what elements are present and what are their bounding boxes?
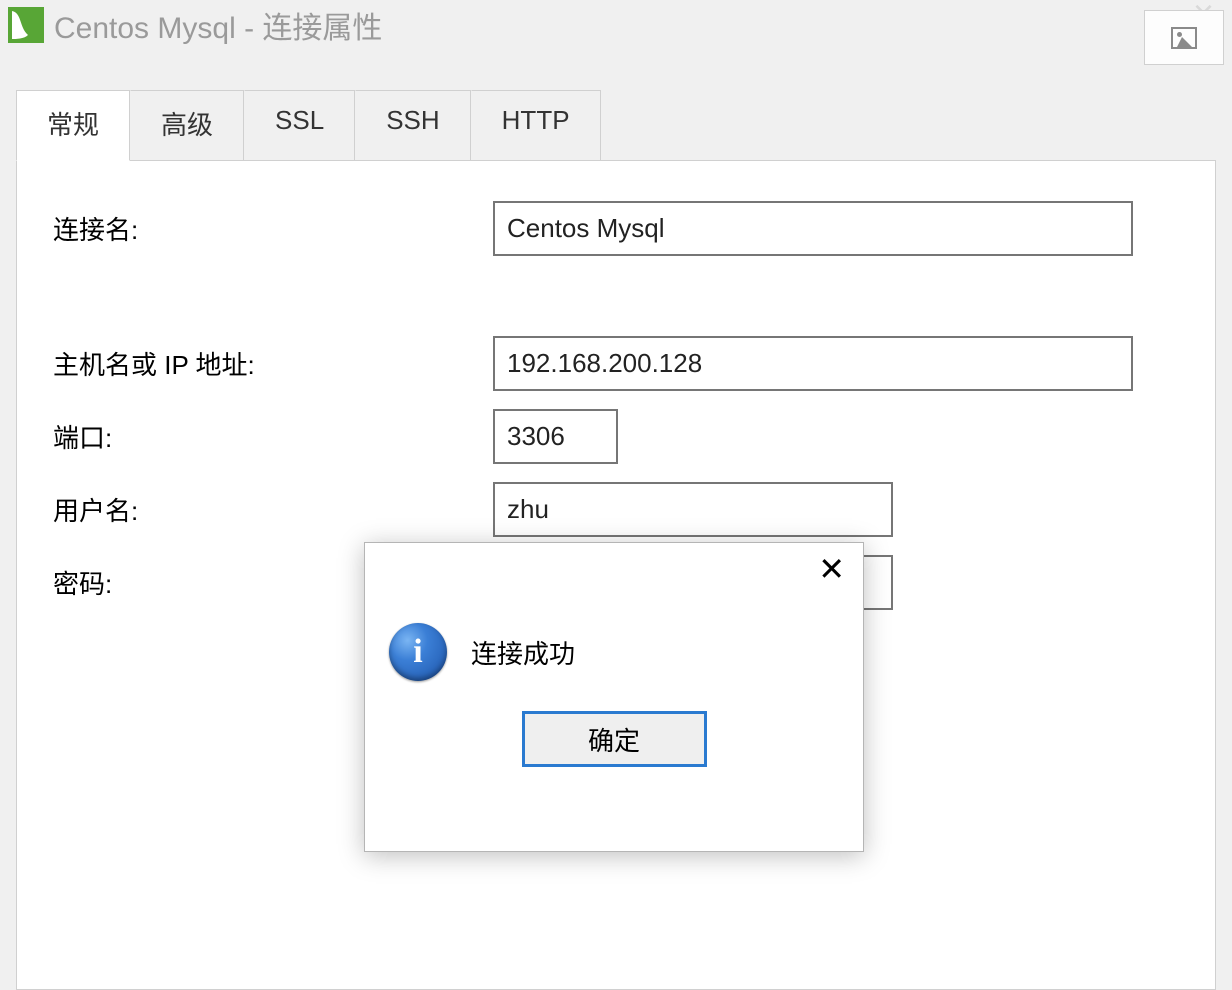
dialog-message: 连接成功 bbox=[471, 634, 575, 671]
window-title: Centos Mysql - 连接属性 bbox=[54, 3, 382, 47]
tab-bar: 常规 高级 SSL SSH HTTP bbox=[16, 90, 1232, 161]
message-dialog: ✕ i 连接成功 确定 bbox=[364, 542, 864, 852]
dialog-footer: 确定 bbox=[365, 701, 863, 787]
host-input[interactable] bbox=[493, 336, 1133, 391]
titlebar: Centos Mysql - 连接属性 × bbox=[0, 0, 1232, 50]
ok-button[interactable]: 确定 bbox=[522, 711, 707, 767]
connection-name-label: 连接名: bbox=[53, 210, 493, 247]
landscape-icon bbox=[1171, 27, 1197, 49]
tab-ssl[interactable]: SSL bbox=[244, 90, 355, 161]
host-label: 主机名或 IP 地址: bbox=[53, 345, 493, 382]
username-label: 用户名: bbox=[53, 491, 493, 528]
title-app-name: Centos Mysql bbox=[54, 12, 236, 45]
tab-advanced[interactable]: 高级 bbox=[130, 90, 244, 161]
username-input[interactable] bbox=[493, 482, 893, 537]
dialog-body: i 连接成功 bbox=[365, 543, 863, 701]
port-input[interactable] bbox=[493, 409, 618, 464]
connection-properties-window: Centos Mysql - 连接属性 × 常规 高级 SSL SSH HTTP… bbox=[0, 0, 1232, 976]
info-icon: i bbox=[389, 623, 447, 681]
tab-general[interactable]: 常规 bbox=[16, 90, 130, 161]
image-placeholder-button[interactable] bbox=[1144, 10, 1224, 65]
tab-http[interactable]: HTTP bbox=[471, 90, 601, 161]
port-label: 端口: bbox=[53, 418, 493, 455]
connection-name-input[interactable] bbox=[493, 201, 1133, 256]
title-suffix: - 连接属性 bbox=[236, 12, 383, 45]
close-icon[interactable]: ✕ bbox=[818, 553, 845, 585]
app-icon bbox=[8, 7, 44, 43]
tab-ssh[interactable]: SSH bbox=[355, 90, 470, 161]
